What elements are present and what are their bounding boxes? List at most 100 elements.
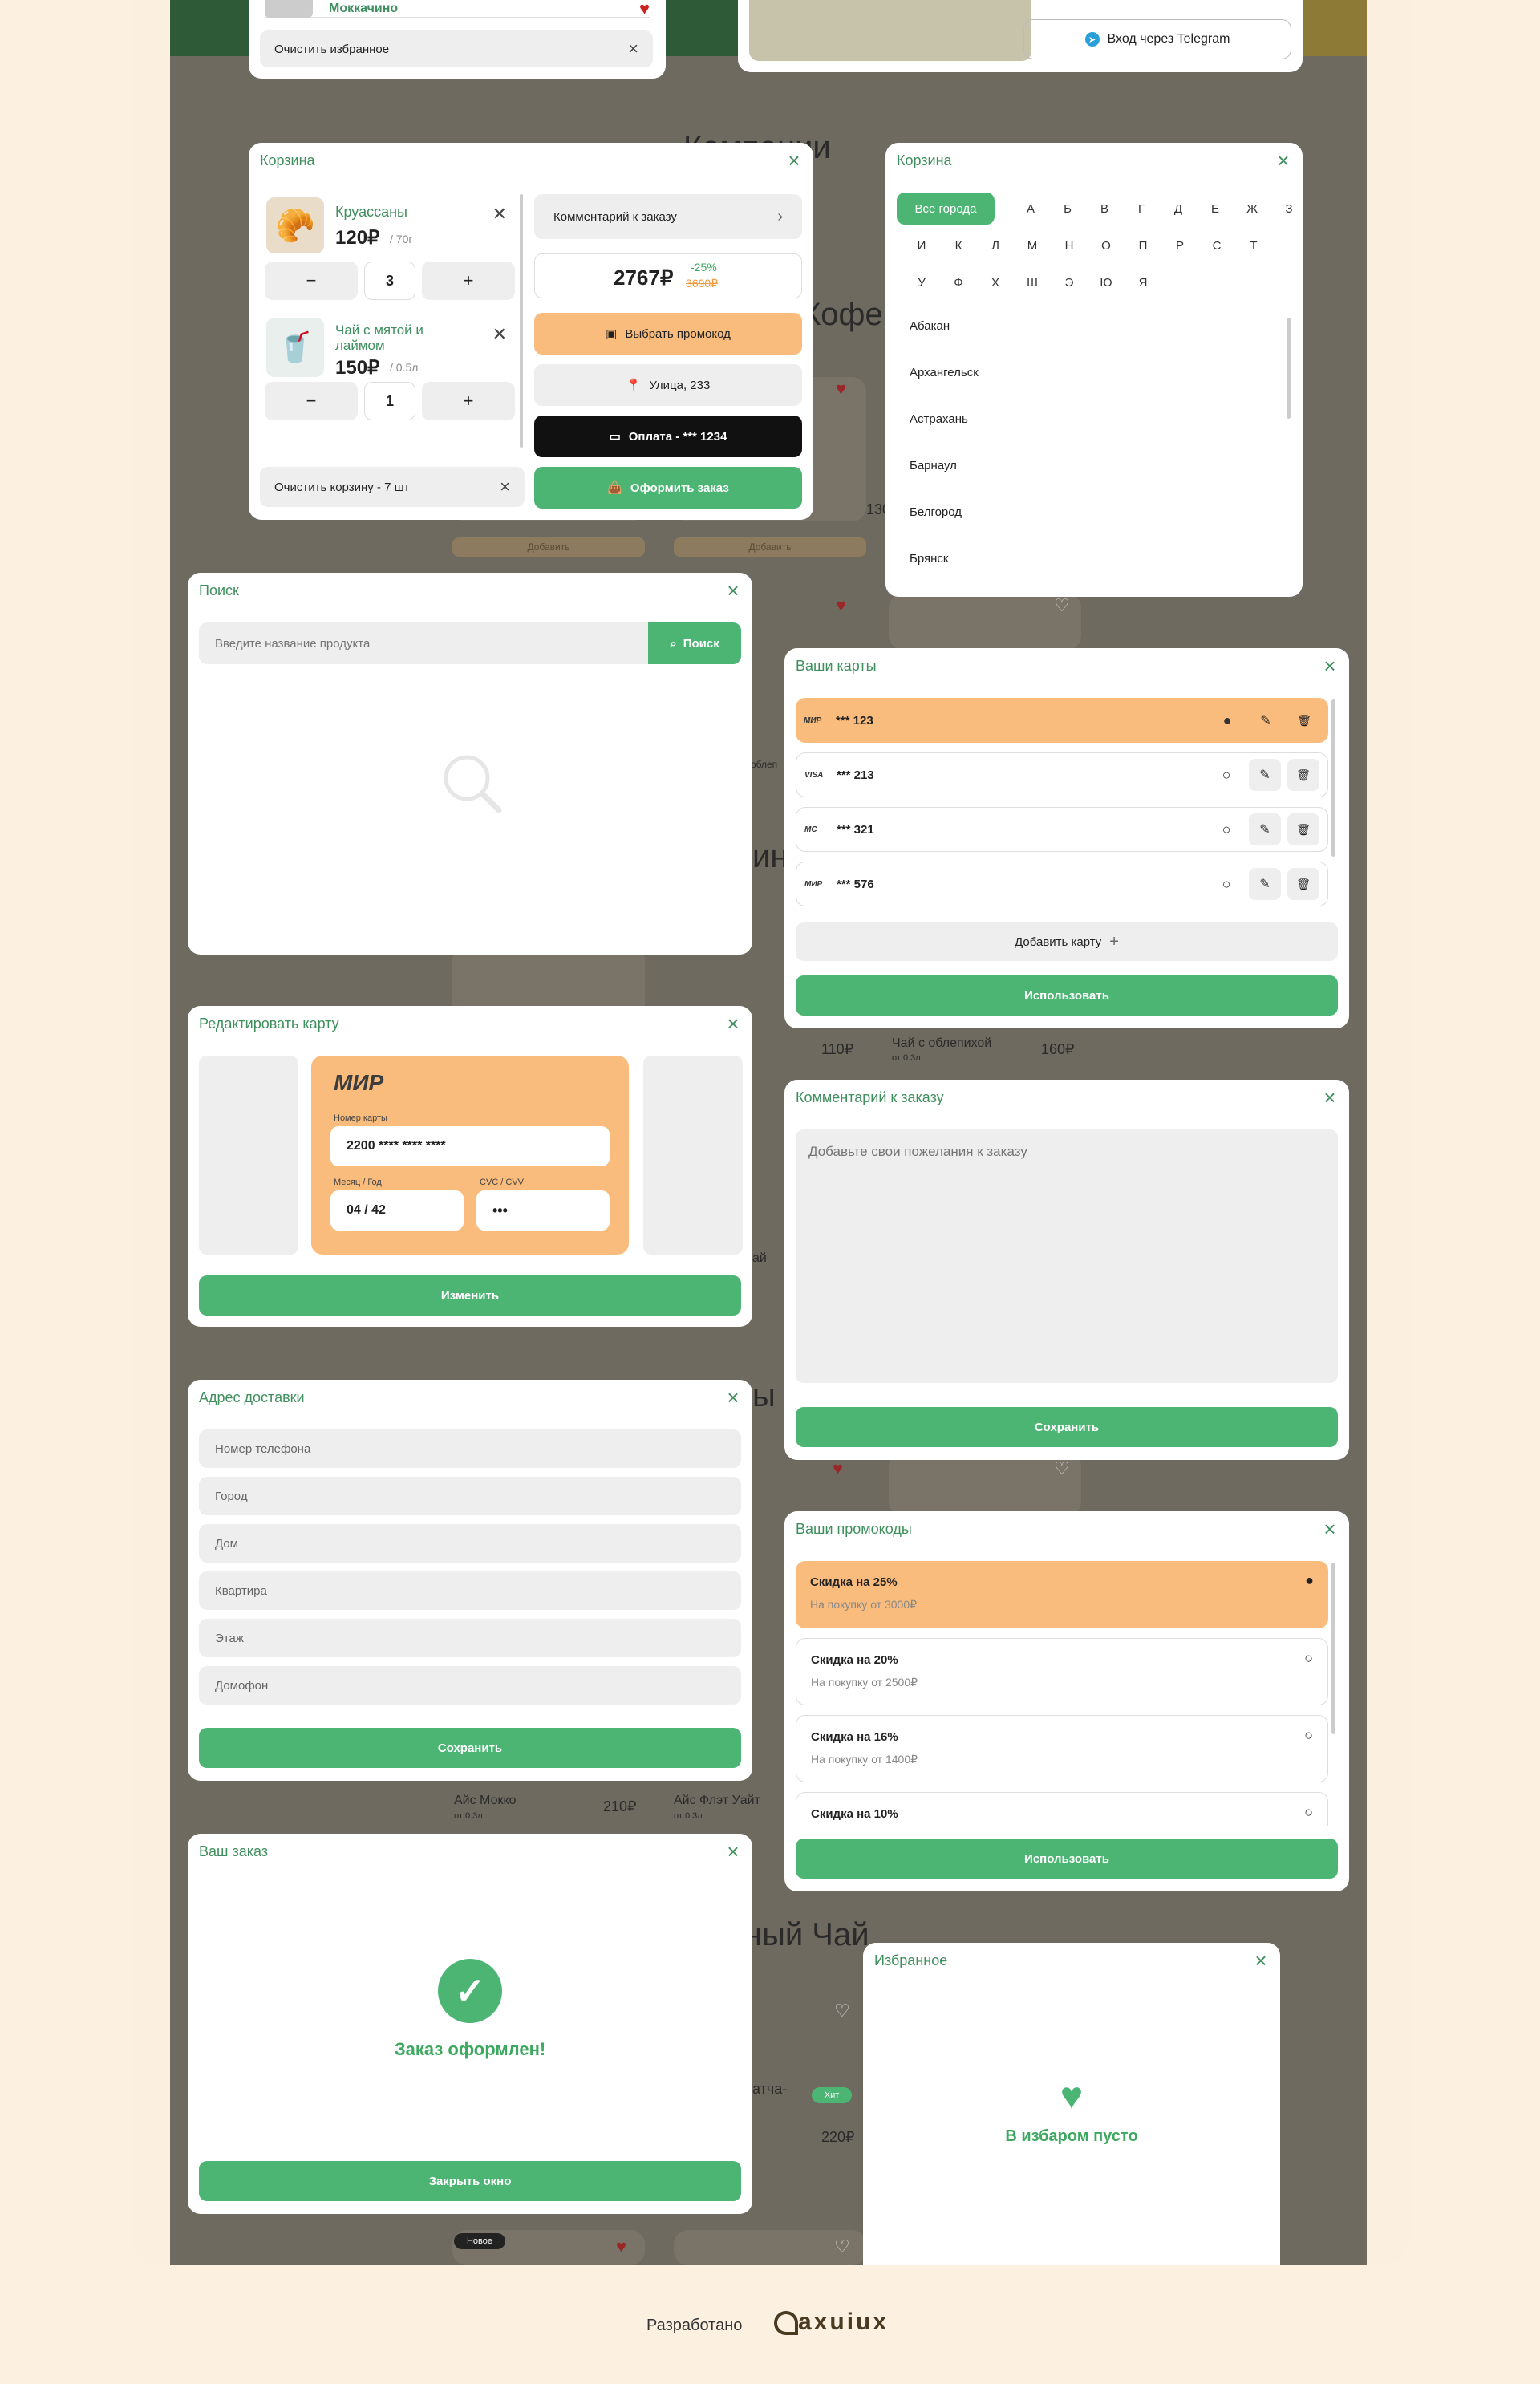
letter-filter[interactable]: Д bbox=[1166, 193, 1190, 225]
letter-filter[interactable]: Н bbox=[1057, 229, 1081, 262]
cards-scrollbar[interactable] bbox=[1331, 699, 1335, 857]
trash-icon[interactable]: 🗑 bbox=[1287, 813, 1319, 845]
close-icon[interactable]: × bbox=[723, 1013, 743, 1034]
city-item[interactable]: Барнаул bbox=[910, 459, 957, 472]
letter-filter[interactable]: К bbox=[946, 229, 971, 262]
save-address-button[interactable]: Сохранить bbox=[199, 1728, 741, 1768]
letter-filter[interactable]: А bbox=[1019, 193, 1043, 225]
card-row[interactable]: VISA *** 213 ○ ✎ 🗑 bbox=[796, 752, 1328, 797]
letter-filter[interactable]: О bbox=[1094, 229, 1118, 262]
expiry-field[interactable]: 04 / 42 bbox=[330, 1190, 464, 1231]
use-promo-button[interactable]: Использовать bbox=[796, 1839, 1338, 1879]
letter-filter[interactable]: В bbox=[1092, 193, 1116, 225]
city-item[interactable]: Астрахань bbox=[910, 412, 968, 426]
promo-item[interactable]: Скидка на 10% ○ bbox=[796, 1792, 1328, 1826]
house-field[interactable]: Дом bbox=[199, 1524, 741, 1563]
letter-filter[interactable]: Х bbox=[983, 266, 1007, 298]
remove-item-icon[interactable]: ✕ bbox=[492, 324, 507, 345]
letter-filter[interactable]: И bbox=[910, 229, 934, 262]
payment-button[interactable]: ▭ Оплата - *** 1234 bbox=[534, 416, 802, 457]
promos-scrollbar[interactable] bbox=[1331, 1563, 1335, 1734]
telegram-login-button[interactable]: ➤ Вход через Telegram bbox=[1023, 19, 1291, 59]
letter-filter[interactable]: Р bbox=[1168, 229, 1192, 262]
card-carousel-prev[interactable] bbox=[199, 1056, 298, 1255]
qty-increment-button[interactable]: + bbox=[422, 262, 515, 300]
edit-icon[interactable]: ✎ bbox=[1249, 759, 1281, 791]
add-card-button[interactable]: Добавить карту + bbox=[796, 922, 1338, 961]
letter-filter[interactable]: Ж bbox=[1240, 193, 1264, 225]
check-outline-icon[interactable]: ○ bbox=[1210, 876, 1242, 893]
qty-value[interactable]: 1 bbox=[364, 382, 415, 420]
card-row[interactable]: МИР *** 576 ○ ✎ 🗑 bbox=[796, 862, 1328, 906]
city-field[interactable]: Город bbox=[199, 1477, 741, 1515]
letter-filter[interactable]: Ш bbox=[1020, 266, 1044, 298]
letter-filter[interactable]: Л bbox=[983, 229, 1007, 262]
letter-filter[interactable]: Ю bbox=[1094, 266, 1118, 298]
heart-icon[interactable]: ♥ bbox=[639, 0, 650, 19]
letter-filter[interactable]: Г bbox=[1129, 193, 1153, 225]
city-item[interactable]: Брянск bbox=[910, 552, 949, 566]
close-icon[interactable]: × bbox=[1320, 1087, 1339, 1108]
promo-item[interactable]: Скидка на 20% На покупку от 2500₽ ○ bbox=[796, 1638, 1328, 1705]
trash-icon[interactable]: 🗑 bbox=[1287, 759, 1319, 791]
close-icon[interactable]: × bbox=[1251, 1950, 1270, 1971]
card-number-field[interactable]: 2200 **** **** **** bbox=[330, 1126, 610, 1166]
letter-filter[interactable]: У bbox=[910, 266, 934, 298]
letter-filter[interactable]: Ф bbox=[946, 266, 971, 298]
promo-item[interactable]: Скидка на 16% На покупку от 1400₽ ○ bbox=[796, 1715, 1328, 1782]
letter-filter[interactable]: Я bbox=[1131, 266, 1155, 298]
card-row[interactable]: MC *** 321 ○ ✎ 🗑 bbox=[796, 807, 1328, 852]
trash-icon[interactable]: 🗑 bbox=[1287, 868, 1319, 900]
qty-increment-button[interactable]: + bbox=[422, 382, 515, 420]
checkout-button[interactable]: 👜 Оформить заказ bbox=[534, 467, 802, 509]
update-card-button[interactable]: Изменить bbox=[199, 1275, 741, 1316]
letter-filter[interactable]: Б bbox=[1056, 193, 1080, 225]
save-comment-button[interactable]: Сохранить bbox=[796, 1407, 1338, 1447]
remove-item-icon[interactable]: ✕ bbox=[492, 204, 507, 225]
floor-field[interactable]: Этаж bbox=[199, 1619, 741, 1657]
use-card-button[interactable]: Использовать bbox=[796, 975, 1338, 1016]
edit-icon[interactable]: ✎ bbox=[1249, 868, 1281, 900]
trash-icon[interactable]: 🗑 bbox=[1288, 704, 1320, 736]
check-outline-icon[interactable]: ○ bbox=[1304, 1650, 1313, 1667]
intercom-field[interactable]: Домофон bbox=[199, 1666, 741, 1705]
close-icon[interactable]: × bbox=[723, 1387, 743, 1408]
promo-item[interactable]: Скидка на 25% На покупку от 3000₽ ● bbox=[796, 1561, 1328, 1628]
phone-field[interactable]: Номер телефона bbox=[199, 1429, 741, 1468]
edit-icon[interactable]: ✎ bbox=[1249, 813, 1281, 845]
cvc-field[interactable]: ••• bbox=[476, 1190, 610, 1231]
comment-textarea[interactable] bbox=[796, 1129, 1338, 1383]
letter-filter[interactable]: Э bbox=[1057, 266, 1081, 298]
comment-button[interactable]: Комментарий к заказу › bbox=[534, 194, 802, 239]
card-row[interactable]: МИР *** 123 ● ✎ 🗑 bbox=[796, 698, 1328, 743]
maxuiux-logo[interactable]: axuiux bbox=[774, 2309, 889, 2336]
city-scrollbar[interactable] bbox=[1287, 318, 1291, 419]
address-button[interactable]: 📍 Улица, 233 bbox=[534, 364, 802, 406]
check-outline-icon[interactable]: ○ bbox=[1210, 767, 1242, 784]
edit-icon[interactable]: ✎ bbox=[1250, 704, 1282, 736]
letter-filter[interactable]: Т bbox=[1242, 229, 1266, 262]
card-carousel-next[interactable] bbox=[643, 1056, 743, 1255]
close-icon[interactable]: × bbox=[1320, 655, 1339, 676]
check-outline-icon[interactable]: ○ bbox=[1210, 821, 1242, 838]
close-icon[interactable]: × bbox=[784, 150, 804, 171]
cart-scrollbar[interactable] bbox=[520, 194, 523, 448]
letter-filter[interactable]: П bbox=[1131, 229, 1155, 262]
clear-favorites-button[interactable]: Очистить избранное × bbox=[260, 30, 653, 67]
qty-value[interactable]: 3 bbox=[364, 262, 415, 300]
close-icon[interactable]: × bbox=[1274, 150, 1293, 171]
city-item[interactable]: Архангельск bbox=[910, 366, 979, 379]
apartment-field[interactable]: Квартира bbox=[199, 1571, 741, 1610]
qty-decrement-button[interactable]: − bbox=[265, 382, 358, 420]
city-item[interactable]: Белгород bbox=[910, 505, 962, 519]
check-filled-icon[interactable]: ● bbox=[1211, 712, 1243, 729]
city-item[interactable]: Абакан bbox=[910, 319, 950, 333]
letter-filter[interactable]: С bbox=[1205, 229, 1229, 262]
qty-decrement-button[interactable]: − bbox=[265, 262, 358, 300]
check-filled-icon[interactable]: ● bbox=[1305, 1572, 1314, 1589]
check-outline-icon[interactable]: ○ bbox=[1304, 1727, 1313, 1744]
letter-filter[interactable]: Е bbox=[1203, 193, 1227, 225]
check-outline-icon[interactable]: ○ bbox=[1304, 1804, 1313, 1821]
search-input[interactable] bbox=[199, 622, 648, 664]
clear-cart-button[interactable]: Очистить корзину - 7 шт × bbox=[260, 467, 525, 507]
